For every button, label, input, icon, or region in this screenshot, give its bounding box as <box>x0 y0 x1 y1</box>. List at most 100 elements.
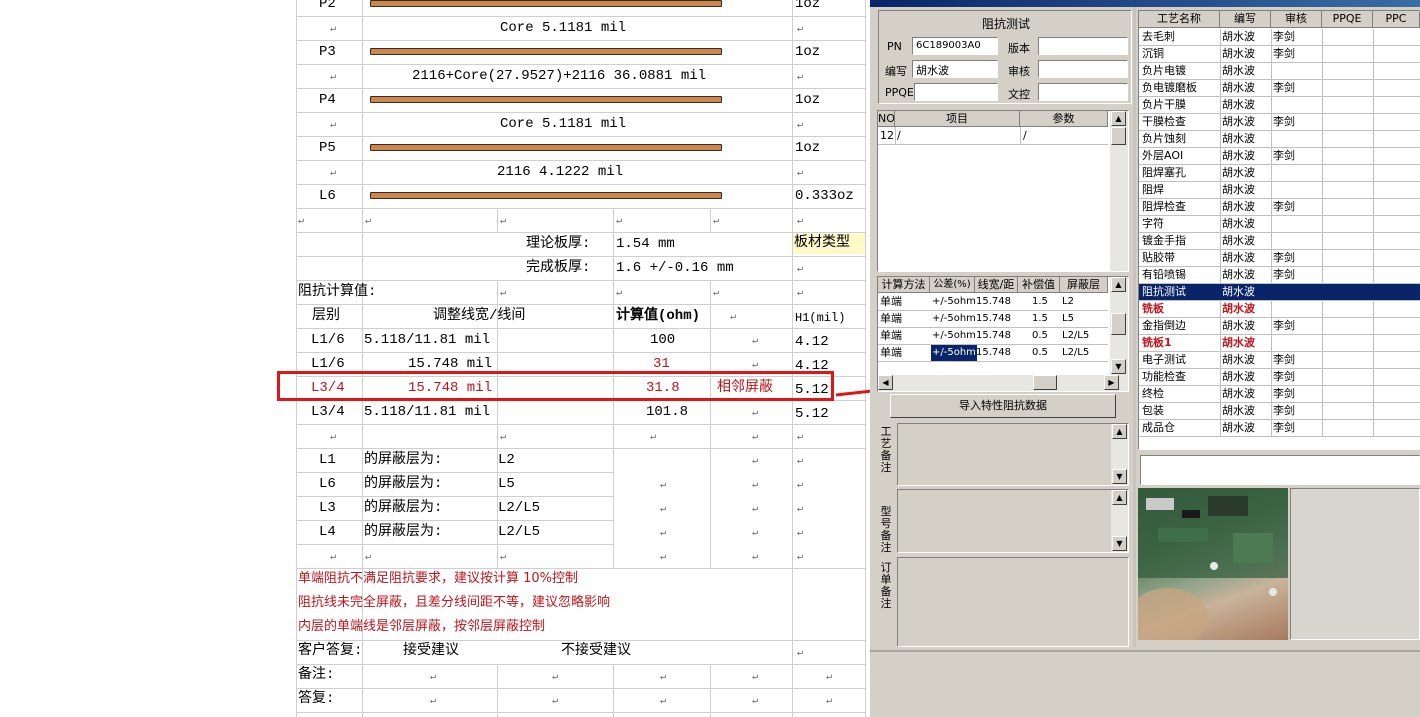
process-row[interactable]: 沉铜 胡水波 李剑 <box>1139 46 1420 63</box>
process-row[interactable]: 有铅喷锡 胡水波 李剑 <box>1139 267 1420 284</box>
process-row[interactable]: 字符 胡水波 <box>1139 216 1420 233</box>
process-row[interactable]: 镀金手指 胡水波 <box>1139 233 1420 250</box>
process-row[interactable]: 阻焊 胡水波 <box>1139 182 1420 199</box>
scroll-up-icon[interactable]: ▲ <box>1112 424 1127 439</box>
model-memo-field[interactable] <box>897 489 1129 553</box>
process-author: 胡水波 <box>1222 319 1255 332</box>
scroll-thumb[interactable] <box>1111 127 1126 145</box>
cell-divider <box>1220 284 1221 301</box>
grid-cell-no[interactable]: 12 <box>880 128 894 144</box>
process-row[interactable]: 电子测试 胡水波 李剑 <box>1139 352 1420 369</box>
grid-cell-param[interactable]: / <box>1023 128 1027 144</box>
process-row[interactable]: 金指倒边 胡水波 李剑 <box>1139 318 1420 335</box>
cell-divider <box>1373 403 1374 420</box>
grid-header-item[interactable]: 项目 <box>895 111 1020 127</box>
proc-header-review[interactable]: 审核 <box>1271 11 1322 28</box>
row-h1: 5.12 <box>795 406 829 422</box>
author-field[interactable]: 胡水波 <box>912 60 998 78</box>
process-row[interactable]: 去毛刺 胡水波 李剑 <box>1139 29 1420 46</box>
dielectric-label: Core 5.1181 mil <box>500 20 627 36</box>
process-name: 电子测试 <box>1142 353 1186 366</box>
grid2-vscroll[interactable]: ▲ ▼ <box>1110 277 1128 375</box>
process-row[interactable]: 负片蚀刻 胡水波 <box>1139 131 1420 148</box>
process-name: 阻抗测试 <box>1142 285 1186 298</box>
accept-option[interactable]: 接受建议 <box>403 643 459 659</box>
process-row[interactable]: 贴胶带 胡水波 李剑 <box>1139 250 1420 267</box>
scroll-right-icon[interactable]: ▶ <box>1104 375 1119 390</box>
proc-header-author[interactable]: 编写 <box>1220 11 1271 28</box>
grid-cell-item[interactable]: / <box>897 128 901 144</box>
grid2-header-comp[interactable]: 补偿值 <box>1018 277 1060 293</box>
cell-divider <box>1271 284 1272 301</box>
process-row[interactable]: 负片干膜 胡水波 <box>1139 97 1420 114</box>
impedance-row[interactable]: 单端 +/-5ohm 15.748 0.5 L2/L5 <box>878 345 1108 362</box>
impedance-row[interactable]: 单端 +/-5ohm 15.748 0.5 L2/L5 <box>878 328 1108 345</box>
doc-control-field[interactable] <box>1038 83 1128 101</box>
import-impedance-button[interactable]: 导入特性阻抗数据 <box>890 394 1116 418</box>
grid-header-no[interactable]: NO <box>878 111 895 127</box>
copper-layer-bar <box>370 48 722 55</box>
grid2-header-tolerance[interactable]: 公差(%) <box>930 277 975 293</box>
row-value: 101.8 <box>646 404 689 420</box>
process-row[interactable]: 成品仓 胡水波 李剑 <box>1139 420 1420 437</box>
process-row[interactable]: 外层AOI 胡水波 李剑 <box>1139 148 1420 165</box>
scroll-up-icon[interactable]: ▲ <box>1112 490 1127 505</box>
process-row[interactable]: 干膜检查 胡水波 李剑 <box>1139 114 1420 131</box>
proc-header-ppc[interactable]: PPC <box>1373 11 1420 28</box>
reject-option[interactable]: 不接受建议 <box>561 643 631 659</box>
cell-divider <box>1322 233 1323 250</box>
proc-header-name[interactable]: 工艺名称 <box>1139 11 1220 28</box>
process-row[interactable]: 功能检查 胡水波 李剑 <box>1139 369 1420 386</box>
process-row[interactable]: 终检 胡水波 李剑 <box>1139 386 1420 403</box>
grid2-header-shield[interactable]: 屏蔽层 <box>1060 277 1108 293</box>
grid2-header-width[interactable]: 线宽/距 <box>975 277 1018 293</box>
process-memo-field[interactable] <box>897 423 1129 486</box>
proc-header-ppqe[interactable]: PPQE <box>1322 11 1373 28</box>
impedance-row[interactable]: 单端 +/-5ohm 15.748 1.5 L5 <box>878 311 1108 328</box>
process-row[interactable]: 包装 胡水波 李剑 <box>1139 403 1420 420</box>
process-row[interactable]: 铣板 胡水波 <box>1139 301 1420 318</box>
cell-divider <box>1322 114 1323 131</box>
search-field[interactable] <box>1140 455 1420 485</box>
scroll-down-icon[interactable]: ▼ <box>1112 469 1127 484</box>
scroll-thumb[interactable] <box>1033 375 1057 390</box>
ppqe-field[interactable] <box>914 83 998 101</box>
layer-label: P4 <box>319 92 336 108</box>
review-field[interactable] <box>1038 60 1128 78</box>
cell-divider <box>1373 63 1374 80</box>
process-row[interactable]: 负片电镀 胡水波 <box>1139 63 1420 80</box>
process-row[interactable]: 负电镀磨板 胡水波 李剑 <box>1139 80 1420 97</box>
grid-header-param[interactable]: 参数 <box>1020 111 1108 127</box>
scroll-down-icon[interactable]: ▼ <box>1111 359 1126 374</box>
cell-divider <box>1322 301 1323 318</box>
scroll-down-icon[interactable]: ▼ <box>1112 536 1127 551</box>
paragraph-mark: ↵ <box>660 552 667 563</box>
process-row[interactable]: 阻焊塞孔 胡水波 <box>1139 165 1420 182</box>
board-photo <box>1138 488 1288 640</box>
cell-divider <box>1220 216 1221 233</box>
scroll-up-icon[interactable]: ▲ <box>1111 277 1126 292</box>
scroll-up-icon[interactable]: ▲ <box>1111 111 1126 126</box>
grid2-hscroll[interactable]: ◀ ▶ <box>878 375 1128 391</box>
answer-label: 答复: <box>298 691 335 707</box>
scroll-left-icon[interactable]: ◀ <box>878 375 893 390</box>
process-row[interactable]: 阻抗测试 胡水波 <box>1139 284 1420 301</box>
process-row[interactable]: 阻焊检查 胡水波 李剑 <box>1139 199 1420 216</box>
cell-divider <box>1271 250 1272 267</box>
process-name: 终检 <box>1142 387 1164 400</box>
memo-scrollbar[interactable]: ▲ ▼ <box>1111 490 1128 552</box>
order-memo-field[interactable] <box>897 557 1129 647</box>
impedance-row[interactable]: 单端 +/-5ohm 15.748 1.5 L2 <box>878 294 1108 311</box>
row-width: 5.118/11.81 mil <box>364 404 491 420</box>
grid2-header-method[interactable]: 计算方法 <box>878 277 930 293</box>
process-review: 李剑 <box>1273 115 1295 128</box>
paragraph-mark: ↵ <box>826 672 833 683</box>
pn-field[interactable]: 6C189003A0 <box>912 37 998 55</box>
paragraph-mark: ↵ <box>752 336 759 347</box>
splitter[interactable] <box>1133 7 1136 647</box>
process-row[interactable]: 铣板1 胡水波 <box>1139 335 1420 352</box>
grid-scrollbar[interactable]: ▲ <box>1110 111 1128 271</box>
memo-scrollbar[interactable]: ▲ ▼ <box>1111 424 1128 485</box>
scroll-thumb[interactable] <box>1111 313 1126 335</box>
version-field[interactable] <box>1038 37 1128 55</box>
